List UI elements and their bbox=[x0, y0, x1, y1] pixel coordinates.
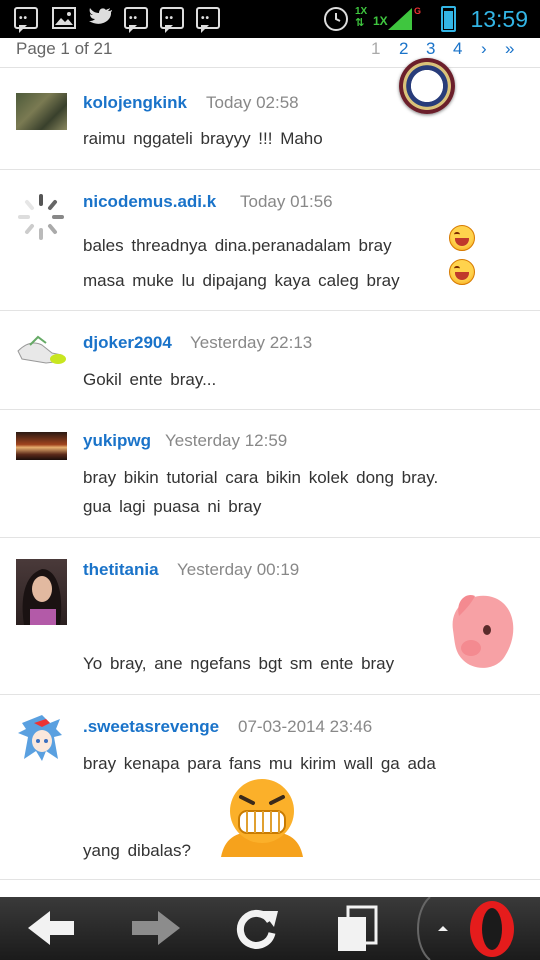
page-link-1[interactable]: 1 bbox=[371, 39, 380, 59]
opera-menu-icon bbox=[417, 896, 514, 960]
forward-button[interactable] bbox=[118, 897, 194, 960]
last-page-link[interactable]: » bbox=[505, 39, 514, 59]
laughing-emoji-icon bbox=[449, 259, 475, 285]
bbm-icon: •• bbox=[124, 7, 148, 33]
pagination-bar: Page 1 of 21 1 2 3 4 › » bbox=[0, 38, 540, 68]
post-text: gua lagi puasa ni bray bbox=[83, 497, 262, 516]
tabs-icon bbox=[338, 905, 378, 951]
status-bar: •• •• •• •• 1X ⇅ 1X G 13:59 bbox=[0, 0, 540, 38]
post-text: bray bikin tutorial cara bikin kolek don… bbox=[83, 468, 439, 487]
page-indicator: Page 1 of 21 bbox=[16, 39, 113, 58]
pink-creature-emoji-icon bbox=[445, 590, 517, 677]
post-item: djoker2904 Yesterday 22:13 Gokil ente br… bbox=[0, 311, 540, 410]
forward-arrow-icon bbox=[132, 911, 180, 945]
bbm-icon: •• bbox=[196, 7, 220, 33]
browser-toolbar bbox=[0, 896, 540, 960]
post-item: nicodemus.adi.k Today 01:56 bales thread… bbox=[0, 170, 540, 311]
network-type-top: 1X bbox=[355, 6, 368, 17]
post-time: 07-03-2014 23:46 bbox=[238, 717, 373, 736]
avatar[interactable] bbox=[16, 93, 67, 130]
post-time: Yesterday 12:59 bbox=[165, 431, 288, 450]
bbm-icon: •• bbox=[160, 7, 184, 33]
post-item: thetitania Yesterday 00:19 Yo bray, ane … bbox=[0, 538, 540, 695]
post-text: bales threadnya dina.peranadalam bray bbox=[83, 236, 392, 255]
page-link-3[interactable]: 3 bbox=[426, 39, 435, 59]
page-link-4[interactable]: 4 bbox=[453, 39, 462, 59]
reload-icon bbox=[236, 909, 278, 949]
post-text: yang dibalas? bbox=[83, 841, 191, 860]
post-time: Today 01:56 bbox=[240, 192, 333, 211]
avatar[interactable] bbox=[16, 432, 67, 460]
image-icon bbox=[52, 7, 76, 29]
page-link-2[interactable]: 2 bbox=[399, 39, 408, 59]
tabs-button[interactable] bbox=[330, 897, 386, 960]
bbm-icon: •• bbox=[14, 7, 38, 33]
post-username[interactable]: yukipwg bbox=[83, 431, 151, 451]
back-button[interactable] bbox=[14, 897, 90, 960]
post-username[interactable]: .sweetasrevenge bbox=[83, 717, 219, 737]
laughing-emoji-icon bbox=[449, 225, 475, 251]
club-crest-image bbox=[399, 58, 455, 114]
status-time: 13:59 bbox=[470, 6, 528, 32]
post-username[interactable]: nicodemus.adi.k bbox=[83, 192, 216, 212]
signal-badge: G bbox=[414, 6, 422, 16]
grinning-emoji-icon bbox=[215, 777, 309, 864]
post-item: yukipwg Yesterday 12:59 bray bikin tutor… bbox=[0, 410, 540, 538]
post-item: kolojengkink Today 02:58 raimu nggateli … bbox=[0, 69, 540, 170]
post-time: Today 02:58 bbox=[206, 93, 299, 112]
next-page-link[interactable]: › bbox=[481, 39, 487, 59]
post-text: masa muke lu dipajang kaya caleg bray bbox=[83, 271, 400, 290]
avatar[interactable] bbox=[16, 715, 67, 763]
signal-icon bbox=[388, 8, 412, 35]
post-text: raimu nggateli brayyy !!! Maho bbox=[83, 129, 323, 148]
alarm-icon bbox=[324, 7, 348, 31]
twitter-icon bbox=[88, 7, 112, 29]
avatar[interactable] bbox=[16, 559, 67, 625]
post-time: Yesterday 00:19 bbox=[177, 560, 300, 579]
back-arrow-icon bbox=[28, 911, 74, 945]
opera-menu-button[interactable] bbox=[412, 896, 540, 960]
post-text: Yo bray, ane ngefans bgt sm ente bray bbox=[83, 654, 395, 673]
battery-icon bbox=[441, 6, 456, 32]
post-text: Gokil ente bray... bbox=[83, 370, 217, 389]
post-username[interactable]: thetitania bbox=[83, 560, 159, 580]
network-arrows: ⇅ bbox=[355, 17, 365, 29]
post-username[interactable]: djoker2904 bbox=[83, 333, 172, 353]
post-username[interactable]: kolojengkink bbox=[83, 93, 187, 113]
network-type-mid: 1X bbox=[373, 14, 388, 28]
post-item: .sweetasrevenge 07-03-2014 23:46 bray ke… bbox=[0, 695, 540, 880]
post-time: Yesterday 22:13 bbox=[190, 333, 313, 352]
reload-button[interactable] bbox=[224, 897, 288, 960]
loading-spinner-icon bbox=[16, 192, 67, 242]
avatar[interactable] bbox=[16, 333, 67, 365]
post-text: bray kenapa para fans mu kirim wall ga a… bbox=[83, 754, 436, 773]
